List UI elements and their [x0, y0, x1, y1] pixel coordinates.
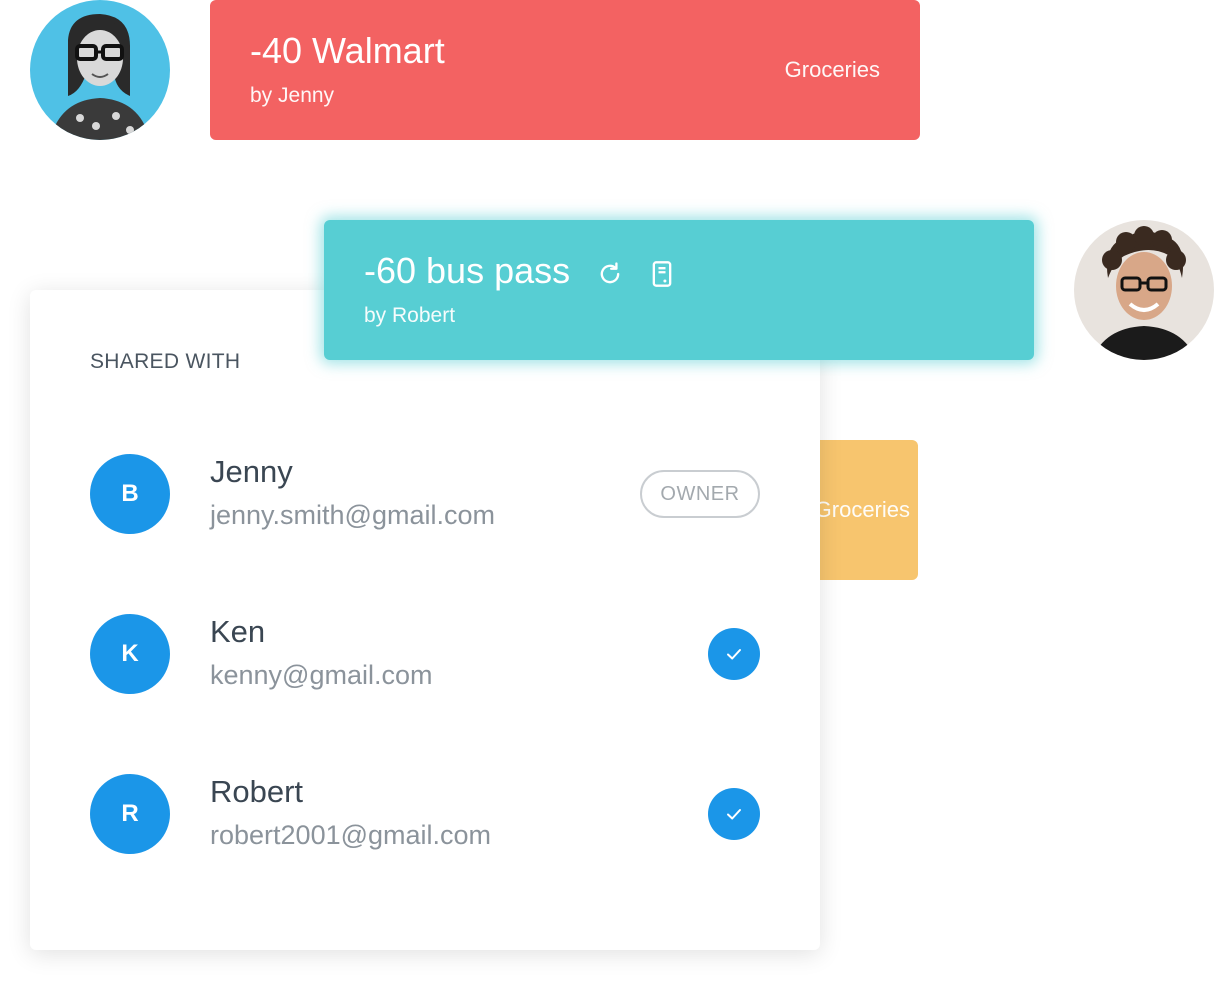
shared-with-panel: SHARED WITH B Jenny jenny.smith@gmail.co… [30, 290, 820, 950]
transaction-card-bus-pass[interactable]: -60 bus pass by Robert [324, 220, 1034, 360]
panel-heading: SHARED WITH [90, 350, 241, 373]
avatar: R [90, 774, 170, 854]
member-name: Ken [210, 614, 266, 649]
transaction-author: by Jenny [250, 84, 335, 107]
refresh-icon[interactable] [596, 260, 624, 288]
avatar: B [90, 454, 170, 534]
robert-photo-image [1074, 220, 1214, 360]
robert-photo-avatar [1074, 220, 1214, 360]
owner-badge: OWNER [640, 470, 760, 518]
member-name: Jenny [210, 454, 293, 489]
transaction-card-walmart[interactable]: -40 Walmart by Jenny Groceries [210, 0, 920, 140]
member-email: robert2001@gmail.com [210, 820, 492, 850]
member-email: jenny.smith@gmail.com [210, 500, 495, 530]
receipt-icon[interactable] [648, 260, 676, 288]
jenny-photo-avatar [30, 0, 170, 140]
transaction-title: -40 Walmart [250, 30, 445, 71]
check-icon[interactable] [708, 788, 760, 840]
member-row-robert[interactable]: R Robert robert2001@gmail.com [30, 774, 820, 854]
transaction-title: -60 bus pass [364, 250, 571, 291]
transaction-category: Groceries [784, 57, 880, 82]
check-icon[interactable] [708, 628, 760, 680]
member-email: kenny@gmail.com [210, 660, 433, 690]
transaction-author: by Robert [364, 304, 456, 327]
jenny-photo-image [30, 0, 170, 140]
avatar: K [90, 614, 170, 694]
member-row-ken[interactable]: K Ken kenny@gmail.com [30, 614, 820, 694]
member-row-jenny[interactable]: B Jenny jenny.smith@gmail.com OWNER [30, 454, 820, 534]
member-name: Robert [210, 774, 304, 809]
